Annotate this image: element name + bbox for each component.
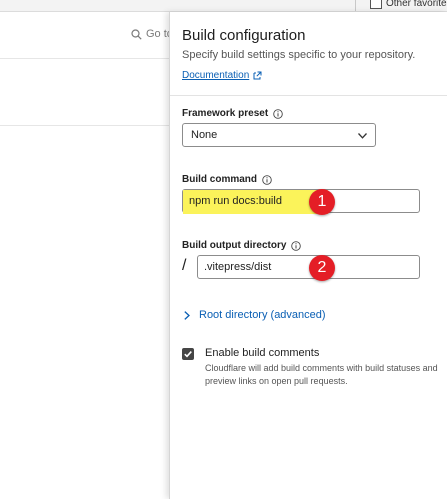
build-output-directory-value: .vitepress/dist <box>204 261 272 273</box>
bookmarks-bar: Other favorites <box>0 0 447 12</box>
documentation-link[interactable]: Documentation <box>182 70 262 81</box>
chevron-right-icon <box>184 310 190 320</box>
framework-preset-label-text: Framework preset <box>182 108 269 119</box>
build-command-label: Build command <box>182 174 272 185</box>
divider <box>0 125 175 126</box>
enable-build-comments-description: Cloudflare will add build comments with … <box>205 363 438 386</box>
annotation-badge-1: 1 <box>309 189 335 215</box>
panel-title: Build configuration <box>182 27 306 44</box>
framework-preset-select[interactable]: None <box>182 123 376 147</box>
framework-preset-value: None <box>191 129 218 141</box>
build-output-directory-label: Build output directory <box>182 240 302 251</box>
divider <box>0 58 175 59</box>
search-icon <box>131 28 142 40</box>
root-directory-toggle[interactable]: Root directory (advanced) <box>184 309 326 321</box>
divider <box>170 95 447 96</box>
build-command-label-text: Build command <box>182 174 258 185</box>
build-command-value: npm run docs:build <box>189 195 282 207</box>
info-icon[interactable] <box>291 240 302 251</box>
chevron-down-icon <box>358 133 367 139</box>
bookmark-folder-other-favorites[interactable]: Other favorites <box>386 0 447 9</box>
info-icon[interactable] <box>273 108 283 119</box>
build-command-input[interactable]: npm run docs:build <box>182 189 420 214</box>
annotation-badge-2: 2 <box>309 255 335 281</box>
output-directory-prefix: / <box>182 257 187 274</box>
bookmarks-divider <box>355 0 356 11</box>
framework-preset-label: Framework preset <box>182 108 283 119</box>
documentation-link-label: Documentation <box>182 70 250 81</box>
background-page: Go to <box>0 12 175 499</box>
go-to-search[interactable]: Go to <box>131 28 173 40</box>
enable-build-comments-label: Enable build comments <box>205 347 320 359</box>
folder-icon[interactable] <box>370 0 382 9</box>
enable-build-comments-checkbox[interactable] <box>182 348 194 360</box>
external-link-icon <box>253 71 262 80</box>
build-output-directory-label-text: Build output directory <box>182 240 287 251</box>
build-configuration-panel: Build configuration Specify build settin… <box>169 12 447 499</box>
checkmark-icon <box>184 351 192 358</box>
root-directory-label: Root directory (advanced) <box>199 309 326 321</box>
info-icon[interactable] <box>262 174 272 185</box>
panel-subtitle: Specify build settings specific to your … <box>182 49 416 61</box>
